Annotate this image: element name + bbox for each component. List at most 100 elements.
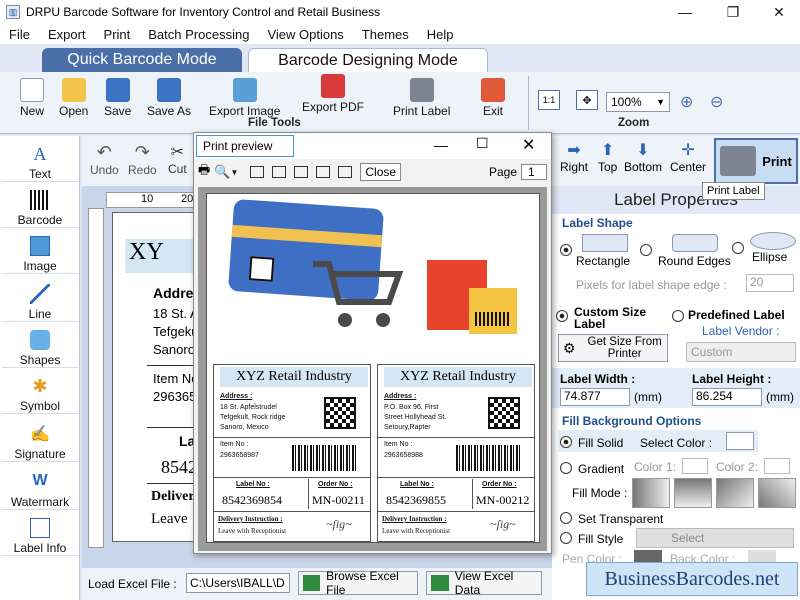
pixels-input[interactable]: 20	[746, 274, 794, 292]
address-line-3[interactable]: Sanoro	[153, 342, 195, 357]
menu-help[interactable]: Help	[418, 27, 463, 42]
cut-button[interactable]: ✂ Cut	[168, 142, 187, 176]
save-as-icon	[157, 78, 182, 102]
fill-style-select[interactable]: Select	[636, 528, 794, 548]
menu-file[interactable]: File	[0, 27, 39, 42]
label-height-input[interactable]: 86.254	[692, 388, 762, 406]
gradient-radio[interactable]	[560, 462, 572, 474]
browse-excel-button[interactable]: Browse Excel File	[298, 569, 418, 597]
label-design-page[interactable]: XY Addres 18 St. A Tefgeku Sanoro Item N…	[112, 212, 203, 542]
label-vendor-select[interactable]: Custom	[686, 342, 796, 362]
six-pages-icon[interactable]	[338, 166, 353, 178]
tool-line[interactable]: Line	[2, 278, 78, 322]
divider-line	[214, 511, 370, 512]
align-top-button[interactable]: ⬆ Top	[598, 140, 617, 174]
tool-text[interactable]: A Text	[2, 138, 78, 182]
print-icon[interactable]: 🖶	[198, 161, 210, 183]
round-edges-radio[interactable]	[640, 244, 652, 256]
exit-button[interactable]: Exit	[481, 78, 505, 118]
actual-size-icon[interactable]: 1:1	[538, 90, 560, 110]
magnifier-icon[interactable]: 🔍	[214, 164, 230, 180]
align-center-button[interactable]: ✛ Center	[670, 140, 706, 174]
menu-themes[interactable]: Themes	[353, 27, 418, 42]
ellipse-radio[interactable]	[732, 242, 744, 254]
tool-barcode[interactable]: Barcode	[2, 184, 78, 228]
menu-view-options[interactable]: View Options	[258, 27, 352, 42]
redo-button[interactable]: ↷ Redo	[128, 142, 157, 177]
delivery-text[interactable]: Leave	[151, 511, 188, 528]
open-button[interactable]: Open	[59, 78, 88, 118]
predefined-label-radio[interactable]	[672, 310, 684, 322]
rectangle-label: Rectangle	[576, 254, 631, 268]
set-transparent-radio[interactable]	[560, 512, 572, 524]
export-image-button[interactable]: Export Image	[209, 78, 280, 118]
preview-page: XYZ Retail Industry Address : 18 St. Apf…	[206, 193, 540, 543]
label-width-input[interactable]: 74.877	[560, 388, 630, 406]
two-pages-icon[interactable]	[272, 166, 287, 178]
excel-path-input[interactable]: C:\Users\IBALL\D	[186, 573, 290, 593]
fill-mode-backward-diagonal[interactable]	[758, 478, 796, 508]
chevron-down-icon[interactable]: ▼	[230, 168, 238, 177]
align-bottom-button[interactable]: ⬇ Bottom	[624, 140, 662, 174]
zoom-out-icon[interactable]: ⊖	[710, 92, 723, 112]
three-pages-icon[interactable]	[294, 166, 309, 178]
address-line-2[interactable]: Tefgeku	[153, 324, 199, 339]
tool-label-info[interactable]: Label Info	[2, 512, 78, 556]
menu-export[interactable]: Export	[39, 27, 95, 42]
pdf-icon	[321, 74, 345, 98]
zoom-select[interactable]: 100% ▼	[606, 92, 670, 112]
label-width-label: Label Width :	[560, 372, 636, 386]
close-button[interactable]: ✕	[756, 0, 800, 24]
item-no-value: 2963658988	[384, 452, 423, 459]
print-label-button[interactable]: Print Label	[393, 78, 450, 118]
preview-close-button[interactable]: Close	[360, 163, 402, 181]
align-right-button[interactable]: ➡ Right	[560, 140, 588, 174]
fill-solid-radio[interactable]	[560, 436, 572, 448]
symbol-icon: ✱	[32, 376, 48, 396]
tab-barcode-designing-mode[interactable]: Barcode Designing Mode	[248, 48, 488, 72]
save-button[interactable]: Save	[104, 78, 131, 118]
menu-batch-processing[interactable]: Batch Processing	[139, 27, 258, 42]
color1-swatch[interactable]	[682, 458, 708, 474]
view-excel-button[interactable]: View Excel Data	[426, 569, 542, 597]
tool-watermark[interactable]: W Watermark	[2, 466, 78, 510]
maximize-button[interactable]: ❐	[710, 0, 756, 24]
fill-mode-diagonal[interactable]	[716, 478, 754, 508]
get-size-from-printer-button[interactable]: ⚙ Get Size From Printer	[558, 334, 668, 362]
one-page-icon[interactable]	[250, 166, 265, 178]
delivery-label[interactable]: Deliver	[151, 489, 195, 505]
fill-color-swatch[interactable]	[726, 432, 754, 450]
fill-style-label: Fill Style	[578, 532, 624, 546]
divider-line	[378, 477, 534, 478]
zoom-in-icon[interactable]: ⊕	[680, 92, 693, 112]
color2-swatch[interactable]	[764, 458, 790, 474]
tool-signature[interactable]: ✍ Signature	[2, 418, 78, 462]
tool-image[interactable]: Image	[2, 230, 78, 274]
new-button[interactable]: New	[20, 78, 44, 118]
preview-close-x-button[interactable]: ✕	[522, 135, 535, 155]
export-pdf-button[interactable]: Export PDF	[302, 74, 364, 114]
address-line-1[interactable]: 18 St. A	[153, 306, 199, 321]
preview-maximize-button[interactable]: ☐	[476, 135, 489, 152]
four-pages-icon[interactable]	[316, 166, 331, 178]
item-no-value[interactable]: 296365	[153, 389, 196, 404]
tool-shapes[interactable]: Shapes	[2, 324, 78, 368]
tool-symbol[interactable]: ✱ Symbol	[2, 370, 78, 414]
rectangle-radio[interactable]	[560, 244, 572, 256]
label-no-value[interactable]: 8542	[161, 457, 197, 478]
fill-style-radio[interactable]	[560, 532, 572, 544]
menu-print[interactable]: Print	[95, 27, 140, 42]
minimize-button[interactable]: —	[662, 0, 708, 24]
print-button[interactable]: Print	[714, 138, 798, 184]
company-text[interactable]: XY	[125, 239, 203, 273]
page-number-input[interactable]: 1	[521, 164, 547, 180]
fit-to-window-icon[interactable]: ✥	[576, 90, 598, 110]
tab-quick-barcode-mode[interactable]: Quick Barcode Mode	[42, 48, 242, 72]
preview-minimize-button[interactable]: —	[434, 137, 448, 153]
fill-mode-vertical[interactable]	[674, 478, 712, 508]
fill-mode-horizontal[interactable]	[632, 478, 670, 508]
item-no-label[interactable]: Item No	[153, 371, 199, 386]
undo-button[interactable]: ↶ Undo	[90, 142, 119, 177]
custom-size-radio[interactable]	[556, 310, 568, 322]
save-as-button[interactable]: Save As	[147, 78, 191, 118]
